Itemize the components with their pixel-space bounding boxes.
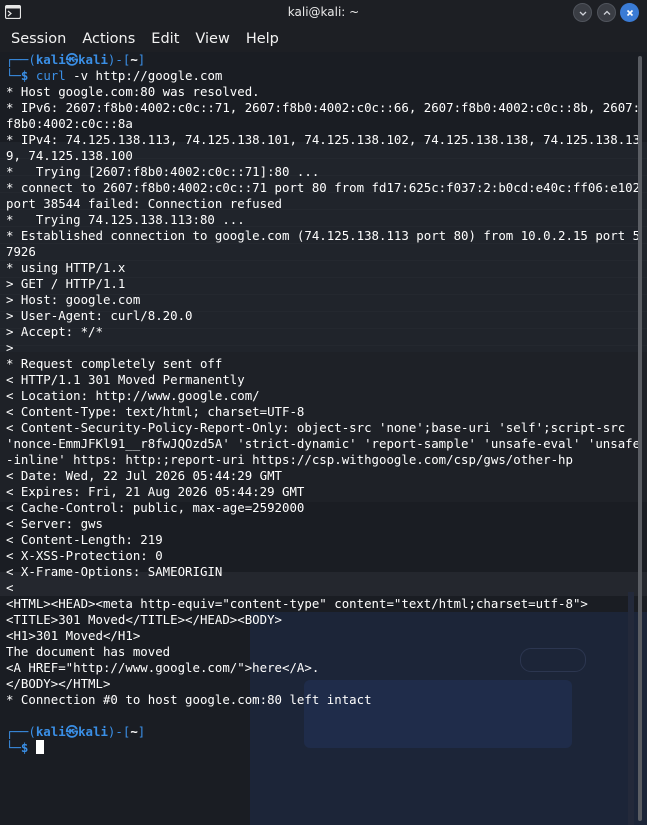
minimize-button[interactable] xyxy=(573,3,592,22)
output-line: * IPv4: 74.125.138.113, 74.125.138.101, … xyxy=(6,132,641,163)
input-line[interactable]: └─$ xyxy=(6,740,641,756)
output-line: < Content-Type: text/html; charset=UTF-8 xyxy=(6,404,305,419)
prompt-path: ~ xyxy=(130,52,138,67)
prompt-user: kali xyxy=(35,724,66,739)
output-line: < X-XSS-Protection: 0 xyxy=(6,548,163,563)
output-line: <A HREF="http://www.google.com/">here</A… xyxy=(6,660,320,675)
output-line: * IPv6: 2607:f8b0:4002:c0c::71, 2607:f8b… xyxy=(6,100,641,131)
menu-view[interactable]: View xyxy=(187,26,237,52)
prompt-at: ㉿ xyxy=(65,724,79,739)
output-line: < X-Frame-Options: SAMEORIGIN xyxy=(6,564,223,579)
prompt-at: ㉿ xyxy=(65,52,79,67)
output-line: <TITLE>301 Moved</TITLE></HEAD><BODY> xyxy=(6,612,283,627)
terminal-output[interactable]: ┌──(kali㉿kali)-[~] └─$ curl -v http://goo… xyxy=(6,52,641,756)
output-line: The document has moved xyxy=(6,644,171,659)
output-line: <HTML><HEAD><meta http-equiv="content-ty… xyxy=(6,596,588,611)
output-line: < HTTP/1.1 301 Moved Permanently xyxy=(6,372,245,387)
output-line: * Established connection to google.com (… xyxy=(6,228,641,259)
output-line: * using HTTP/1.x xyxy=(6,260,126,275)
menu-help[interactable]: Help xyxy=(238,26,287,52)
output-line: < Content-Security-Policy-Report-Only: o… xyxy=(6,420,641,467)
scrollbar-thumb[interactable] xyxy=(638,56,642,821)
prompt-line-top-2: ┌──(kali㉿kali)-[~] xyxy=(6,724,146,739)
maximize-button[interactable] xyxy=(597,3,616,22)
title-bar: kali@kali: ~ xyxy=(0,0,647,26)
output-line: * Trying [2607:f8b0:4002:c0c::71]:80 ... xyxy=(6,164,320,179)
prompt-path: ~ xyxy=(130,724,138,739)
vertical-scrollbar[interactable] xyxy=(637,52,645,825)
terminal-body[interactable]: ┌──(kali㉿kali)-[~] └─$ curl -v http://goo… xyxy=(0,52,647,825)
output-line: > Host: google.com xyxy=(6,292,141,307)
output-line: < xyxy=(6,580,14,595)
output-line: < Server: gws xyxy=(6,516,103,531)
menu-bar: Session Actions Edit View Help xyxy=(0,26,647,52)
prompt-user: kali xyxy=(35,52,66,67)
command-name: curl xyxy=(35,68,66,83)
maximize-icon xyxy=(603,10,610,15)
output-line: > User-Agent: curl/8.20.0 xyxy=(6,308,193,323)
output-line: <H1>301 Moved</H1> xyxy=(6,628,141,643)
output-line: * Connection #0 to host google.com:80 le… xyxy=(6,692,372,707)
command-args: -v http://google.com xyxy=(65,68,223,83)
command-line: └─$ curl -v http://google.com xyxy=(6,68,223,83)
terminal-window: kali@kali: ~ Session Actions Edit View H… xyxy=(0,0,647,825)
window-title: kali@kali: ~ xyxy=(287,5,360,19)
prompt-host: kali xyxy=(78,724,108,739)
output-line: </BODY></HTML> xyxy=(6,676,111,691)
prompt-symbol: $ xyxy=(20,68,29,83)
output-line: < Cache-Control: public, max-age=2592000 xyxy=(6,500,305,515)
prompt-host: kali xyxy=(78,52,108,67)
output-line: < Content-Length: 219 xyxy=(6,532,163,547)
prompt-symbol: $ xyxy=(20,740,29,755)
output-line: > xyxy=(6,340,14,355)
output-line: > Accept: */* xyxy=(6,324,103,339)
output-line: * Host google.com:80 was resolved. xyxy=(6,84,260,99)
output-line: < Location: http://www.google.com/ xyxy=(6,388,260,403)
menu-actions[interactable]: Actions xyxy=(74,26,143,52)
menu-session[interactable]: Session xyxy=(3,26,74,52)
prompt-line-top: ┌──(kali㉿kali)-[~] xyxy=(6,52,146,67)
close-button[interactable] xyxy=(620,3,639,22)
output-line: * Request completely sent off xyxy=(6,356,223,371)
menu-edit[interactable]: Edit xyxy=(143,26,187,52)
close-icon xyxy=(626,9,633,16)
output-line: < Expires: Fri, 21 Aug 2026 05:44:29 GMT xyxy=(6,484,305,499)
minimize-icon xyxy=(579,11,586,16)
text-cursor xyxy=(35,740,44,754)
output-lines: * Host google.com:80 was resolved. * IPv6… xyxy=(6,84,641,724)
output-line: < Date: Wed, 22 Jul 2026 05:44:29 GMT xyxy=(6,468,283,483)
output-line: > GET / HTTP/1.1 xyxy=(6,276,126,291)
output-line: * connect to 2607:f8b0:4002:c0c::71 port… xyxy=(6,180,647,211)
output-line: * Trying 74.125.138.113:80 ... xyxy=(6,212,245,227)
